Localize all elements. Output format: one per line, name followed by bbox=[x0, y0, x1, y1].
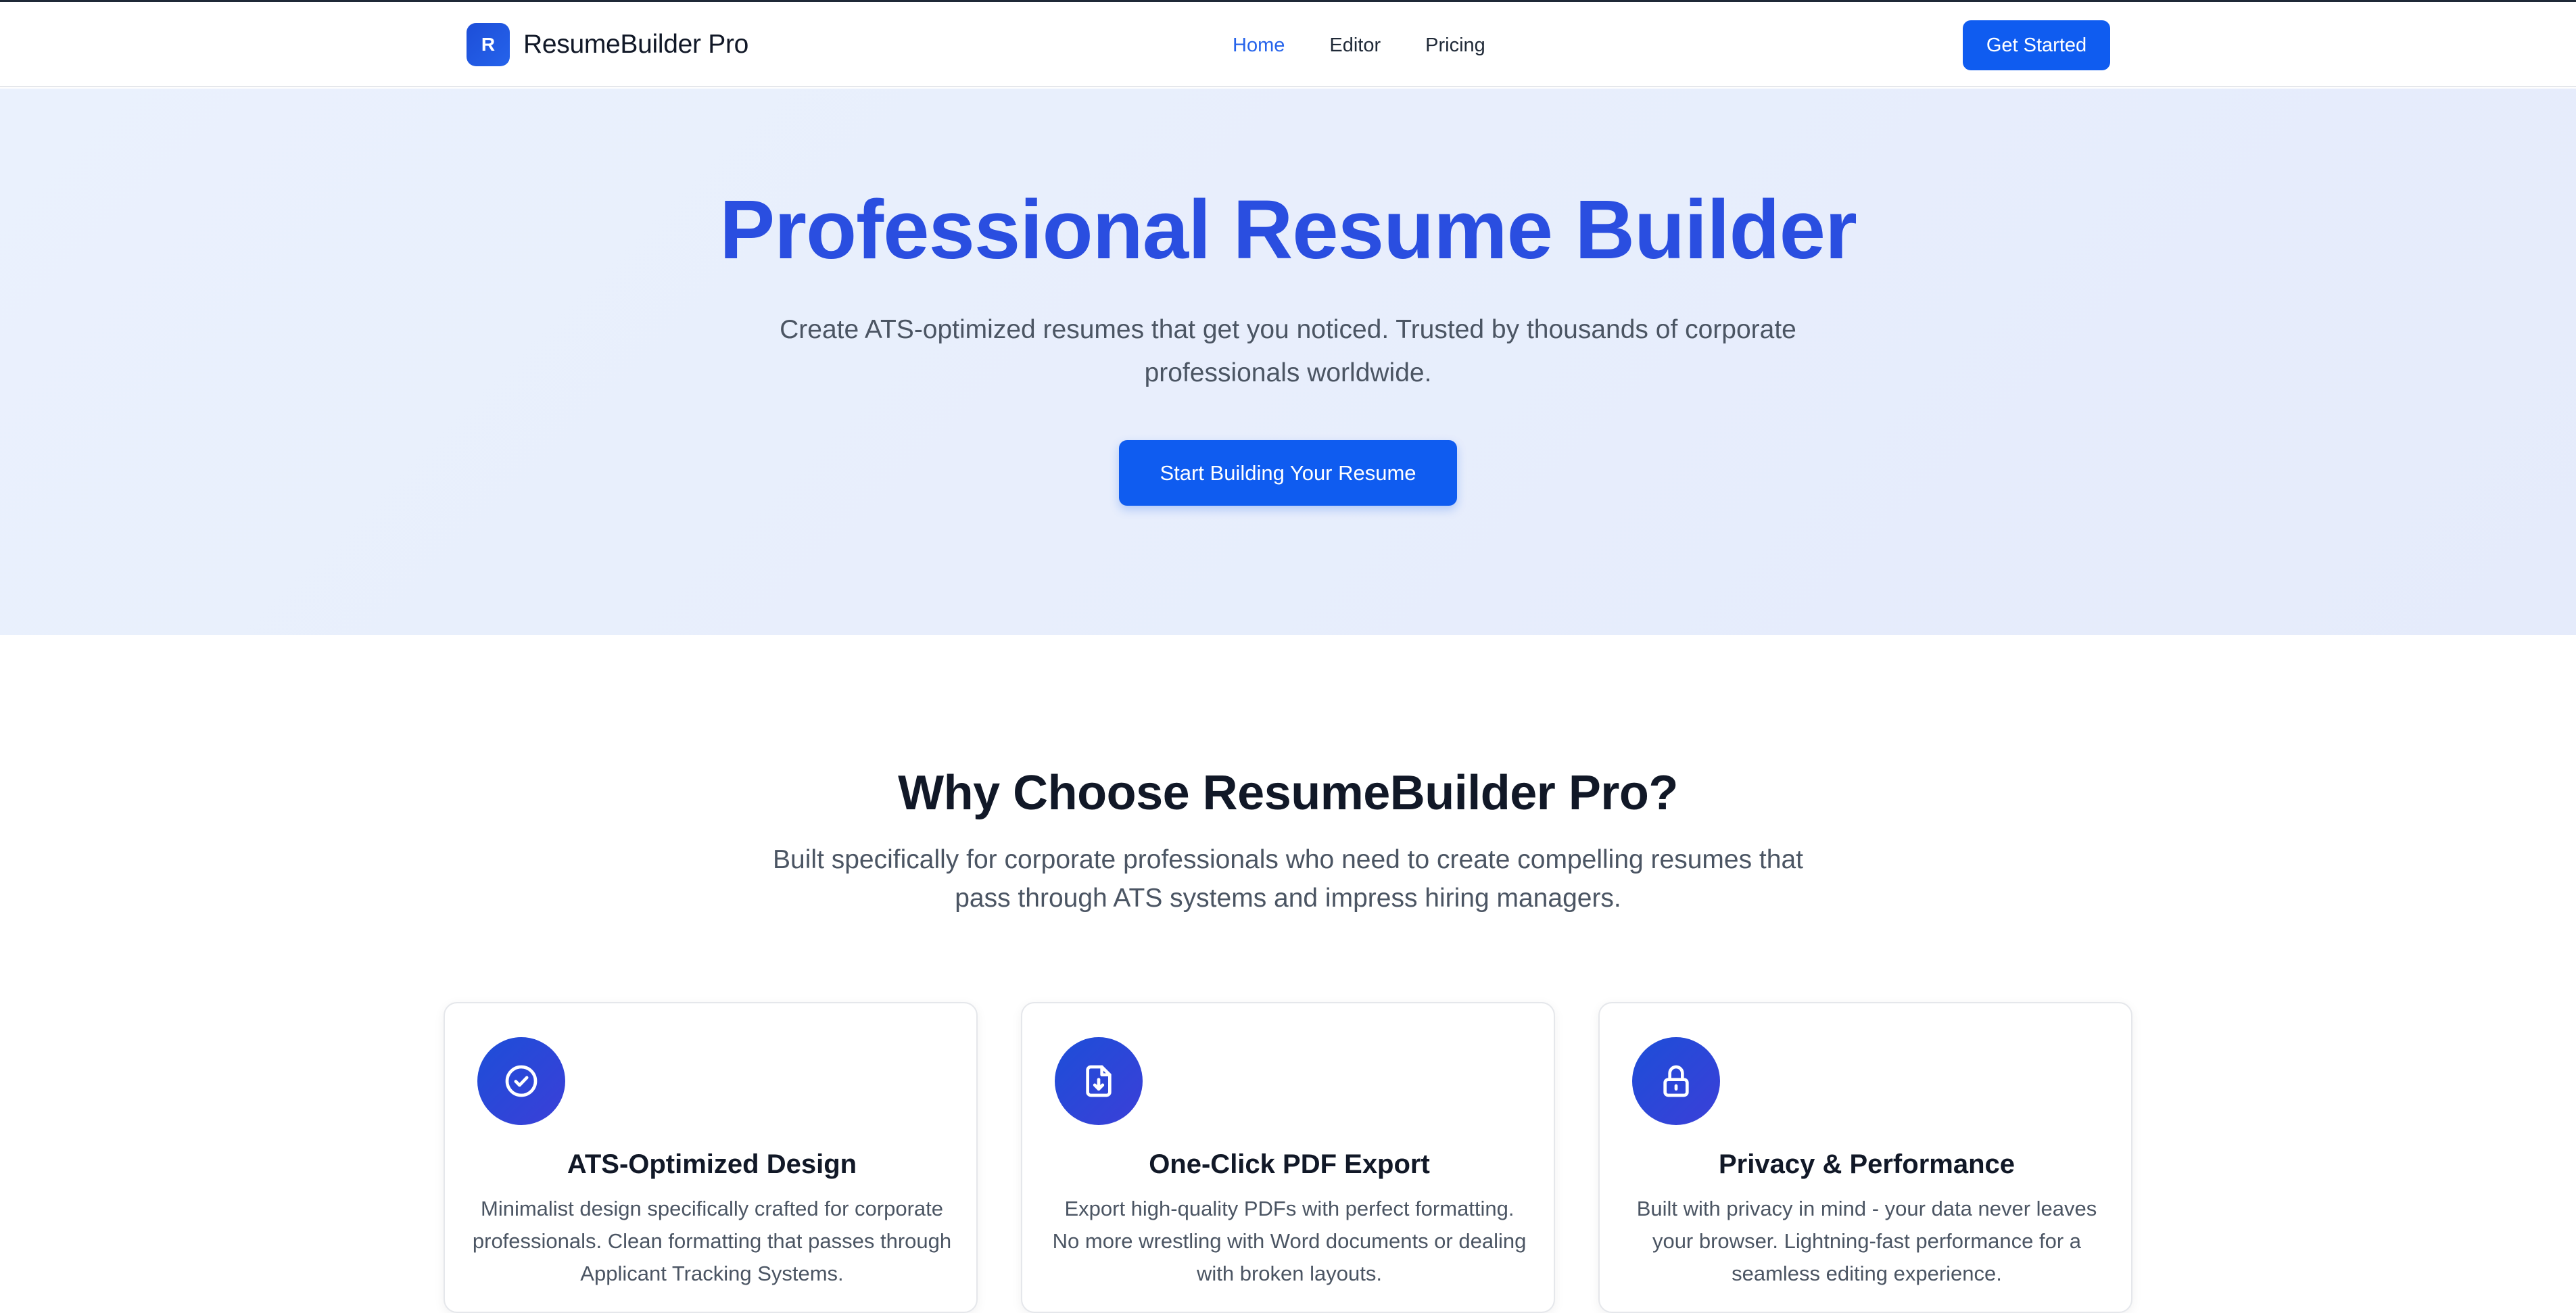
brand[interactable]: R ResumeBuilder Pro bbox=[467, 23, 748, 66]
file-download-icon bbox=[1055, 1037, 1143, 1125]
lock-icon bbox=[1632, 1037, 1720, 1125]
feature-card-title: ATS-Optimized Design bbox=[567, 1149, 857, 1179]
get-started-button[interactable]: Get Started bbox=[1963, 20, 2110, 70]
nav-link-home[interactable]: Home bbox=[1233, 34, 1285, 57]
feature-card-pdf: One-Click PDF Export Export high-quality… bbox=[1021, 1002, 1555, 1313]
brand-logo: R bbox=[467, 23, 510, 66]
feature-card-title: One-Click PDF Export bbox=[1149, 1149, 1430, 1179]
features-subtitle: Built specifically for corporate profess… bbox=[773, 845, 1803, 913]
hero-title: Professional Resume Builder bbox=[719, 184, 1857, 277]
hero-subtitle: Create ATS-optimized resumes that get yo… bbox=[780, 315, 1796, 387]
nav-link-pricing[interactable]: Pricing bbox=[1425, 34, 1485, 57]
feature-card-title: Privacy & Performance bbox=[1718, 1149, 2015, 1179]
nav-links: Home Editor Pricing bbox=[1233, 32, 1530, 59]
start-building-button[interactable]: Start Building Your Resume bbox=[1119, 440, 1457, 506]
feature-card-text: Minimalist design specifically crafted f… bbox=[472, 1197, 952, 1285]
features-title: Why Choose ResumeBuilder Pro? bbox=[898, 766, 1678, 820]
check-circle-icon bbox=[477, 1037, 565, 1125]
hero-section: Professional Resume Builder Create ATS-o… bbox=[0, 89, 2576, 635]
feature-card-privacy: Privacy & Performance Built with privacy… bbox=[1598, 1002, 2132, 1313]
feature-card-text: Built with privacy in mind - your data n… bbox=[1636, 1197, 2097, 1285]
navbar: R ResumeBuilder Pro Home Editor Pricing … bbox=[0, 2, 2576, 87]
brand-name: ResumeBuilder Pro bbox=[523, 30, 749, 59]
feature-card-ats: ATS-Optimized Design Minimalist design s… bbox=[444, 1002, 978, 1313]
nav-link-editor[interactable]: Editor bbox=[1329, 34, 1381, 57]
feature-card-text: Export high-quality PDFs with perfect fo… bbox=[1052, 1197, 1527, 1285]
